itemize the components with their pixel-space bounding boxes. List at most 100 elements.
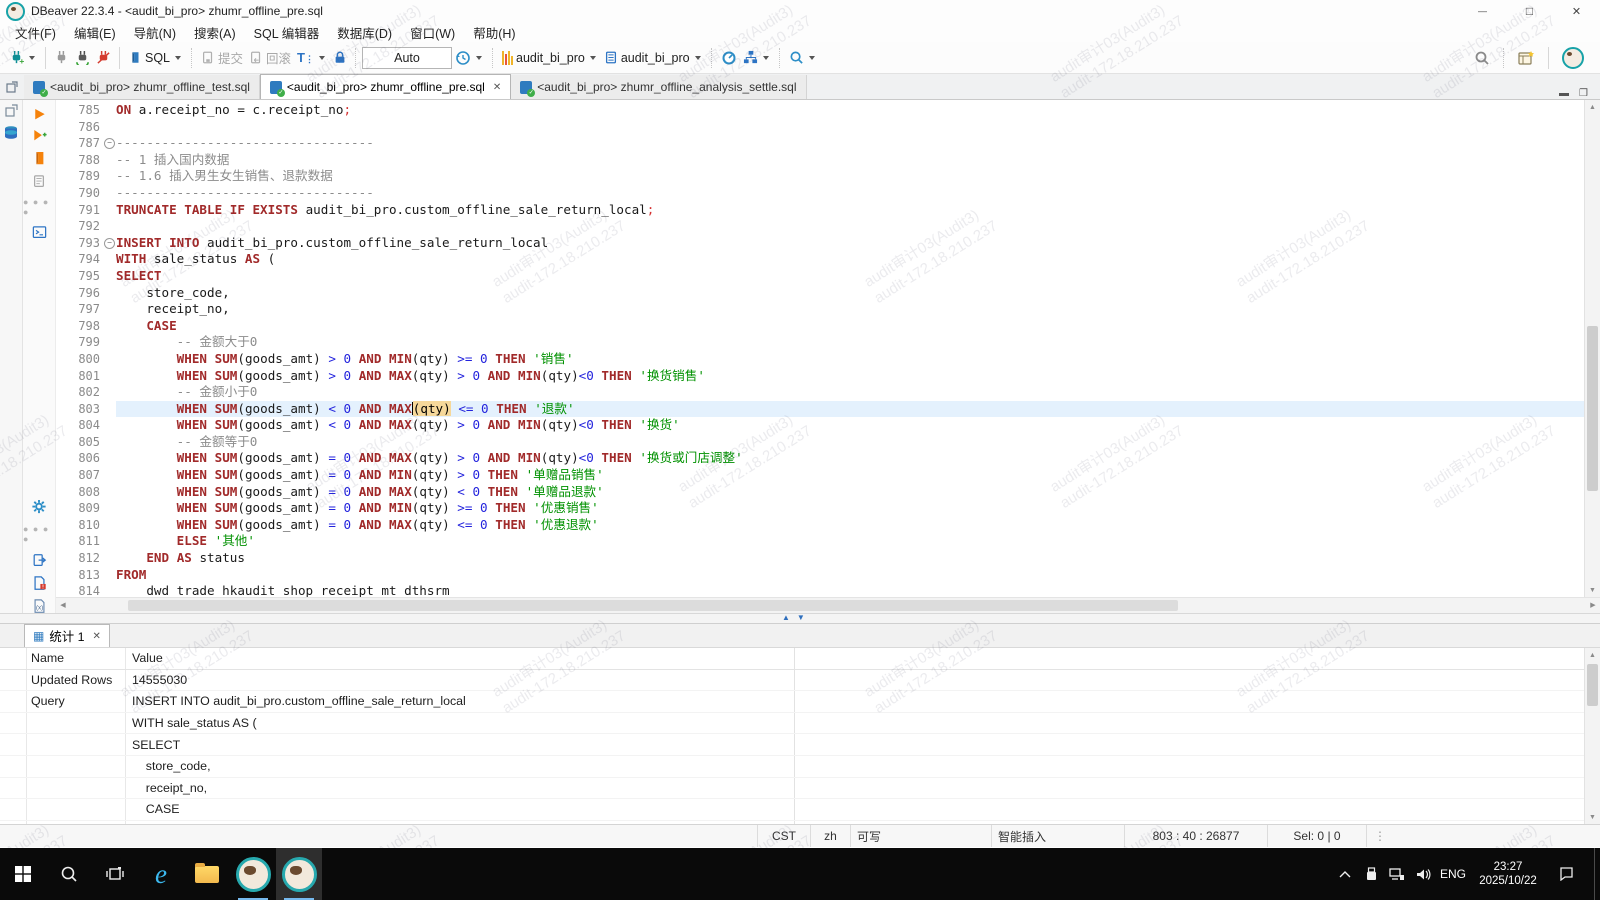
execute-script-icon[interactable] <box>32 151 46 165</box>
statusbar-grip[interactable]: ⋮ <box>1366 825 1393 847</box>
scroll-down-icon[interactable]: ▼ <box>1585 810 1600 824</box>
dbeaver-taskbar-button-active[interactable] <box>276 848 322 900</box>
transaction-lock-button[interactable] <box>330 48 350 67</box>
task-view-button[interactable] <box>92 848 138 900</box>
menu-item-4[interactable]: SQL 编辑器 <box>245 21 329 44</box>
active-schema-select[interactable]: audit_bi_pro <box>601 48 706 67</box>
close-icon[interactable]: ✕ <box>92 631 100 642</box>
restore-panel-icon[interactable] <box>5 104 18 117</box>
execute-new-tab-icon[interactable] <box>32 129 47 141</box>
taskbar-clock[interactable]: 23:27 2025/10/22 <box>1470 860 1546 888</box>
scroll-up-icon[interactable]: ▲ <box>1585 648 1600 662</box>
column-header-value[interactable]: Value <box>126 648 795 669</box>
tab-label: <audit_bi_pro> zhumr_offline_test.sql <box>50 80 250 94</box>
start-button[interactable] <box>0 848 46 900</box>
sql-editor[interactable]: 785ON a.receipt_no = c.receipt_no;786787… <box>56 100 1600 597</box>
menu-item-5[interactable]: 数据库(D) <box>328 21 401 44</box>
table-row-4[interactable]: store_code, <box>0 756 1584 778</box>
editor-tab-2[interactable]: <audit_bi_pro> zhumr_offline_analysis_se… <box>511 75 806 99</box>
fold-collapse-icon[interactable]: − <box>104 138 115 149</box>
autocommit-select[interactable]: Auto <box>362 47 452 69</box>
scroll-down-icon[interactable]: ▼ <box>1585 583 1600 597</box>
editor-tab-0[interactable]: <audit_bi_pro> zhumr_offline_test.sql <box>24 75 260 99</box>
reconnect-button[interactable] <box>72 48 93 67</box>
table-row-5[interactable]: receipt_no, <box>0 778 1584 800</box>
separator <box>191 48 193 68</box>
dashboard-button[interactable] <box>718 48 740 68</box>
language-indicator[interactable]: ENG <box>1436 848 1470 900</box>
sash-up-icon[interactable]: ▲ <box>782 613 790 622</box>
new-connection-button[interactable]: + <box>6 48 40 67</box>
database-navigator-icon[interactable] <box>3 125 19 141</box>
scrollbar-thumb[interactable] <box>1587 326 1598 491</box>
menu-item-2[interactable]: 导航(N) <box>125 21 185 44</box>
close-button[interactable] <box>1553 0 1600 22</box>
panel-vertical-scrollbar[interactable]: ▲ ▼ <box>1584 648 1600 824</box>
invalidate-button[interactable] <box>93 48 114 67</box>
scrollbar-thumb[interactable] <box>128 600 1178 611</box>
scroll-right-icon[interactable]: ▶ <box>1586 598 1600 612</box>
template-file-icon[interactable]: (x) <box>32 599 47 613</box>
table-row-2[interactable]: WITH sale_status AS ( <box>0 713 1584 735</box>
menu-item-6[interactable]: 窗口(W) <box>401 21 464 44</box>
user-avatar-icon[interactable] <box>1562 47 1584 69</box>
table-row-6[interactable]: CASE <box>0 799 1584 821</box>
fold-collapse-icon[interactable]: − <box>104 238 115 249</box>
er-diagram-button[interactable] <box>740 48 774 67</box>
commit-button[interactable]: 提交 <box>198 46 246 69</box>
restore-view-icon[interactable] <box>0 75 24 99</box>
transaction-mode-button[interactable]: T <box>294 48 330 67</box>
usb-tray-icon[interactable] <box>1358 848 1384 900</box>
editor-horizontal-scrollbar[interactable]: ◀ ▶ <box>56 597 1600 613</box>
transaction-log-button[interactable] <box>452 48 487 68</box>
dbeaver-taskbar-button[interactable] <box>230 848 276 900</box>
editor-tab-1[interactable]: <audit_bi_pro> zhumr_offline_pre.sql✕ <box>260 74 511 99</box>
table-row-3[interactable]: SELECT <box>0 734 1584 756</box>
show-desktop-button[interactable] <box>1594 848 1600 900</box>
sql-editor-button[interactable]: SQL <box>125 48 186 67</box>
minimize-panel-icon[interactable]: ▬ <box>1559 88 1569 99</box>
active-connection-select[interactable]: audit_bi_pro <box>499 49 601 67</box>
tab-statistics[interactable]: ▦ 统计 1 ✕ <box>24 624 110 647</box>
menu-item-7[interactable]: 帮助(H) <box>464 21 524 44</box>
export-result-icon[interactable] <box>32 553 47 567</box>
disconnect-button[interactable] <box>51 48 72 67</box>
table-row-0[interactable]: Updated Rows14555030 <box>0 670 1584 692</box>
sash-down-icon[interactable]: ▼ <box>797 613 805 622</box>
editor-vertical-scrollbar[interactable]: ▲ ▼ <box>1584 100 1600 597</box>
code-line-text: CASE <box>116 318 1584 335</box>
settings-gear-icon[interactable] <box>31 499 47 514</box>
quick-search-icon[interactable] <box>1474 50 1490 66</box>
scroll-up-icon[interactable]: ▲ <box>1585 100 1600 114</box>
scroll-left-icon[interactable]: ◀ <box>56 598 70 612</box>
rollback-button[interactable]: 回滚 <box>246 46 294 69</box>
menu-item-0[interactable]: 文件(F) <box>6 21 65 44</box>
internet-explorer-button[interactable]: e <box>138 848 184 900</box>
open-perspective-icon[interactable] <box>1518 50 1535 66</box>
sash-arrows[interactable]: ▲▼ <box>782 613 805 622</box>
menu-item-1[interactable]: 编辑(E) <box>65 21 125 44</box>
file-explorer-button[interactable] <box>184 848 230 900</box>
menu-item-3[interactable]: 搜索(A) <box>185 21 245 44</box>
maximize-panel-icon[interactable]: ❒ <box>1579 88 1588 99</box>
action-center-button[interactable] <box>1546 848 1586 900</box>
code-area[interactable]: 785ON a.receipt_no = c.receipt_no;786787… <box>56 100 1584 597</box>
column-header-name[interactable]: Name <box>27 648 126 669</box>
editor-results-sash[interactable]: ▲▼ <box>0 613 1600 623</box>
maximize-button[interactable] <box>1506 0 1553 22</box>
taskbar-search-button[interactable] <box>46 848 92 900</box>
execute-statement-icon[interactable] <box>33 108 46 120</box>
volume-tray-icon[interactable] <box>1410 848 1436 900</box>
sql-console-icon[interactable] <box>32 226 47 238</box>
tray-expand-button[interactable] <box>1332 848 1358 900</box>
table-row-1[interactable]: QueryINSERT INTO audit_bi_pro.custom_off… <box>0 691 1584 713</box>
table-row-7[interactable]: -- 金额大于0 <box>0 821 1584 824</box>
toolbar-search-button[interactable] <box>786 48 820 67</box>
save-file-alert-icon[interactable]: ! <box>32 576 47 590</box>
close-icon[interactable]: ✕ <box>493 82 501 93</box>
menu-bar: 文件(F)编辑(E)导航(N)搜索(A)SQL 编辑器数据库(D)窗口(W)帮助… <box>0 22 1600 42</box>
explain-plan-icon[interactable] <box>32 174 46 188</box>
network-tray-icon[interactable] <box>1384 848 1410 900</box>
scrollbar-thumb[interactable] <box>1587 664 1598 706</box>
minimize-button[interactable] <box>1459 0 1506 22</box>
